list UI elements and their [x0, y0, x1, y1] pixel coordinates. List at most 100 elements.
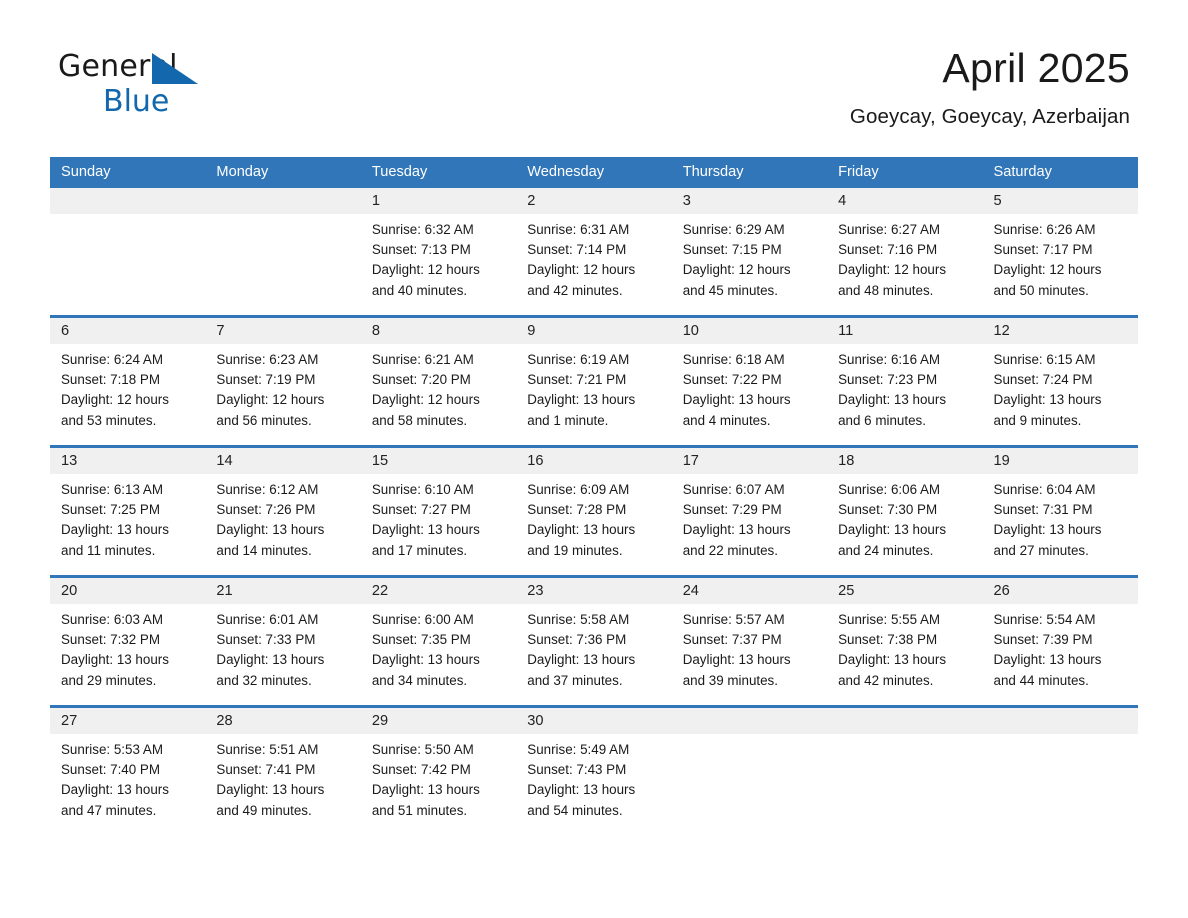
- weekday-header-tuesday: Tuesday: [371, 164, 428, 180]
- day-detail-line: Sunset: 7:40 PM: [61, 762, 160, 778]
- day-detail-line: Sunrise: 6:18 AM: [682, 352, 785, 367]
- day-cell-22[interactable]: 22 Sunrise: 6:00 AM Sunset: 7:35 PM Dayligh…: [360, 578, 517, 705]
- day-detail-line: Daylight: 13 hours: [993, 522, 1102, 538]
- day-cell-30[interactable]: 30 Sunrise: 5:49 AM Sunset: 7:43 PM Dayligh…: [516, 708, 672, 835]
- day-detail-line: Sunset: 7:35 PM: [371, 632, 471, 648]
- calendar-week-row: 27 Sunrise: 5:53 AM Sunset: 7:40 PM Dayligh…: [50, 705, 1138, 835]
- day-details: [205, 214, 360, 315]
- day-cell-1[interactable]: 1 Sunrise: 6:32 AM Sunset: 7:13 PM Daylight…: [360, 188, 517, 315]
- day-cell-24[interactable]: 24 Sunrise: 5:57 AM Sunset: 7:37 PM Dayligh…: [671, 578, 828, 705]
- day-cell-19[interactable]: 19 Sunrise: 6:04 AM Sunset: 7:31 PM Dayligh…: [982, 448, 1138, 575]
- day-detail-line: Sunset: 7:31 PM: [993, 502, 1093, 518]
- week-cells: 1 Sunrise: 6:32 AM Sunset: 7:13 PM Daylight…: [50, 188, 1138, 315]
- day-cell-3[interactable]: 3 Sunrise: 6:29 AM Sunset: 7:15 PM Daylight…: [671, 188, 828, 315]
- day-detail-line: Sunset: 7:14 PM: [527, 242, 627, 258]
- day-detail-line: Sunset: 7:15 PM: [682, 242, 782, 258]
- day-detail-line: and 44 minutes.: [993, 672, 1089, 688]
- day-cell-17[interactable]: 17 Sunrise: 6:07 AM Sunset: 7:29 PM Dayligh…: [671, 448, 828, 575]
- day-cell-28[interactable]: 28 Sunrise: 5:51 AM Sunset: 7:41 PM Dayligh…: [205, 708, 361, 835]
- day-details: Sunrise: 6:07 AM Sunset: 7:29 PM Daylight:…: [672, 474, 827, 575]
- day-cell-25[interactable]: 25 Sunrise: 5:55 AM Sunset: 7:38 PM Dayligh…: [827, 578, 983, 705]
- general-blue-logo[interactable]: General Blue: [58, 52, 298, 124]
- day-detail-line: Daylight: 13 hours: [527, 782, 636, 798]
- day-number: 1: [360, 188, 517, 214]
- day-details: Sunrise: 6:00 AM Sunset: 7:35 PM Daylight:…: [361, 604, 516, 705]
- day-detail-line: Sunset: 7:36 PM: [527, 632, 627, 648]
- day-details: Sunrise: 6:21 AM Sunset: 7:20 PM Daylight:…: [361, 344, 516, 445]
- day-detail-line: Daylight: 13 hours: [216, 782, 325, 798]
- day-detail-line: Sunrise: 5:53 AM: [61, 742, 163, 757]
- day-number: 9: [516, 318, 672, 344]
- day-details: Sunrise: 6:32 AM Sunset: 7:13 PM Daylight:…: [361, 214, 516, 315]
- day-number: [827, 708, 983, 734]
- day-detail-line: Sunset: 7:17 PM: [993, 242, 1093, 258]
- day-details: Sunrise: 6:16 AM Sunset: 7:23 PM Daylight:…: [827, 344, 982, 445]
- day-details: Sunrise: 5:54 AM Sunset: 7:39 PM Daylight:…: [983, 604, 1138, 705]
- day-cell-29[interactable]: 29 Sunrise: 5:50 AM Sunset: 7:42 PM Dayligh…: [360, 708, 517, 835]
- day-cell-9[interactable]: 9 Sunrise: 6:19 AM Sunset: 7:21 PM Daylight…: [516, 318, 672, 445]
- day-detail-line: Sunrise: 5:55 AM: [838, 612, 941, 627]
- day-cell-13[interactable]: 13 Sunrise: 6:13 AM Sunset: 7:25 PM Dayligh…: [50, 448, 206, 575]
- day-detail-line: Daylight: 12 hours: [371, 262, 480, 278]
- day-number: 6: [50, 318, 206, 344]
- day-detail-line: and 24 minutes.: [838, 542, 934, 558]
- day-detail-line: Daylight: 13 hours: [682, 392, 791, 408]
- day-number: 5: [982, 188, 1138, 214]
- day-details: Sunrise: 5:57 AM Sunset: 7:37 PM Daylight:…: [672, 604, 827, 705]
- day-details: [983, 734, 1138, 835]
- day-detail-line: Sunrise: 6:07 AM: [682, 482, 785, 497]
- day-detail-line: Sunrise: 6:06 AM: [838, 482, 941, 497]
- day-detail-line: Sunrise: 6:15 AM: [993, 352, 1096, 367]
- day-cell-10[interactable]: 10 Sunrise: 6:18 AM Sunset: 7:22 PM Dayligh…: [671, 318, 828, 445]
- day-number: 10: [671, 318, 828, 344]
- day-cell-15[interactable]: 15 Sunrise: 6:10 AM Sunset: 7:27 PM Dayligh…: [360, 448, 517, 575]
- day-number: 21: [205, 578, 361, 604]
- day-cell-empty: [982, 708, 1138, 835]
- day-detail-line: Sunrise: 5:49 AM: [527, 742, 630, 757]
- day-cell-16[interactable]: 16 Sunrise: 6:09 AM Sunset: 7:28 PM Dayligh…: [516, 448, 672, 575]
- day-detail-line: Sunset: 7:21 PM: [527, 372, 627, 388]
- day-cell-27[interactable]: 27 Sunrise: 5:53 AM Sunset: 7:40 PM Dayligh…: [50, 708, 206, 835]
- day-cell-7[interactable]: 7 Sunrise: 6:23 AM Sunset: 7:19 PM Daylight…: [205, 318, 361, 445]
- day-number: [50, 188, 206, 214]
- weekday-header-thursday: Thursday: [682, 164, 744, 180]
- day-cell-20[interactable]: 20 Sunrise: 6:03 AM Sunset: 7:32 PM Dayligh…: [50, 578, 206, 705]
- day-cell-2[interactable]: 2 Sunrise: 6:31 AM Sunset: 7:14 PM Daylight…: [516, 188, 672, 315]
- day-detail-line: and 14 minutes.: [216, 542, 312, 558]
- day-detail-line: Sunrise: 6:27 AM: [838, 222, 941, 237]
- page-header: General Blue April 2025 Goeycay, Goeycay…: [0, 0, 1188, 128]
- day-cell-12[interactable]: 12 Sunrise: 6:15 AM Sunset: 7:24 PM Dayligh…: [982, 318, 1138, 445]
- day-cell-5[interactable]: 5 Sunrise: 6:26 AM Sunset: 7:17 PM Daylight…: [982, 188, 1138, 315]
- day-cell-6[interactable]: 6 Sunrise: 6:24 AM Sunset: 7:18 PM Daylight…: [50, 318, 206, 445]
- day-detail-line: Daylight: 13 hours: [61, 522, 169, 538]
- day-detail-line: Daylight: 12 hours: [216, 392, 325, 408]
- day-details: Sunrise: 5:51 AM Sunset: 7:41 PM Daylight:…: [205, 734, 360, 835]
- day-detail-line: Daylight: 12 hours: [993, 262, 1102, 278]
- day-cell-26[interactable]: 26 Sunrise: 5:54 AM Sunset: 7:39 PM Dayligh…: [982, 578, 1138, 705]
- day-number: 14: [205, 448, 361, 474]
- day-cell-11[interactable]: 11 Sunrise: 6:16 AM Sunset: 7:23 PM Dayligh…: [827, 318, 983, 445]
- day-number: 22: [360, 578, 517, 604]
- day-details: Sunrise: 6:24 AM Sunset: 7:18 PM Daylight:…: [50, 344, 205, 445]
- day-cell-18[interactable]: 18 Sunrise: 6:06 AM Sunset: 7:30 PM Dayligh…: [827, 448, 983, 575]
- day-cell-empty: [50, 188, 206, 315]
- day-detail-line: Sunrise: 6:01 AM: [216, 612, 319, 627]
- day-detail-line: and 58 minutes.: [371, 412, 468, 428]
- day-detail-line: Sunset: 7:42 PM: [371, 762, 471, 778]
- day-details: [827, 734, 982, 835]
- day-cell-23[interactable]: 23 Sunrise: 5:58 AM Sunset: 7:36 PM Dayligh…: [516, 578, 672, 705]
- day-detail-line: Sunset: 7:41 PM: [216, 762, 316, 778]
- day-cell-21[interactable]: 21 Sunrise: 6:01 AM Sunset: 7:33 PM Dayligh…: [205, 578, 361, 705]
- weekday-header-row: Sunday Monday Tuesday Wednesday Thursday Frid…: [50, 157, 1138, 188]
- day-number: [671, 708, 828, 734]
- logo-triangle-icon: [152, 53, 198, 84]
- day-detail-line: and 17 minutes.: [371, 542, 468, 558]
- day-details: Sunrise: 5:53 AM Sunset: 7:40 PM Daylight:…: [50, 734, 205, 835]
- week-cells: 27 Sunrise: 5:53 AM Sunset: 7:40 PM Dayligh…: [50, 708, 1138, 835]
- day-details: Sunrise: 6:23 AM Sunset: 7:19 PM Daylight:…: [205, 344, 360, 445]
- day-cell-4[interactable]: 4 Sunrise: 6:27 AM Sunset: 7:16 PM Daylight…: [827, 188, 983, 315]
- day-cell-8[interactable]: 8 Sunrise: 6:21 AM Sunset: 7:20 PM Daylight…: [360, 318, 517, 445]
- day-detail-line: Daylight: 13 hours: [61, 782, 169, 798]
- day-cell-14[interactable]: 14 Sunrise: 6:12 AM Sunset: 7:26 PM Dayligh…: [205, 448, 361, 575]
- day-detail-line: Sunset: 7:18 PM: [61, 372, 160, 388]
